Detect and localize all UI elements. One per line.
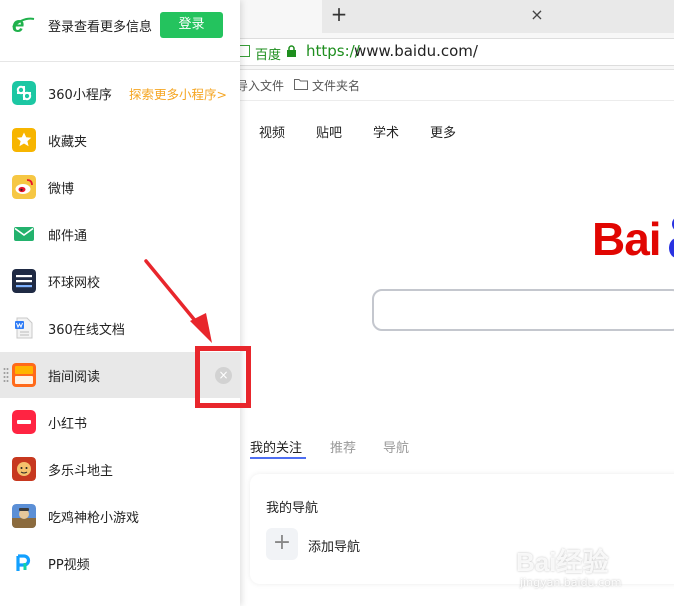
tab-navigation[interactable]: 导航: [383, 437, 409, 456]
nav-link-xueshu[interactable]: 学术: [373, 122, 399, 141]
game-icon: [12, 504, 36, 528]
sidebar-item-label: 360在线文档: [48, 323, 125, 338]
star-icon: [12, 128, 36, 152]
sidebar-item-doudizhu[interactable]: 多乐斗地主: [0, 446, 240, 492]
nav-link-video[interactable]: 视频: [259, 122, 285, 141]
sidebar-item-label: PP视频: [48, 558, 90, 573]
sidebar-item-pp-video[interactable]: PP视频: [0, 540, 240, 586]
nav-card-title: 我的导航: [266, 501, 319, 516]
watermark-url: jingyan.baidu.com: [520, 576, 622, 589]
sidebar-item-label: 指间阅读: [48, 370, 101, 385]
lock-icon: [287, 45, 296, 57]
add-navigation-label[interactable]: 添加导航: [308, 536, 360, 555]
sidebar-item-mini-program[interactable]: 360小程序 探索更多小程序>: [0, 70, 240, 116]
sidebar-item-label: 邮件通: [48, 229, 88, 244]
mini-program-icon: [12, 81, 36, 105]
novel-icon: [12, 363, 36, 387]
watermark: Bai经验 jingyan.baidu.com: [516, 530, 666, 600]
sidebar-item-label: 环球网校: [48, 276, 101, 291]
active-tab[interactable]: ×: [232, 0, 544, 33]
bookmark-import[interactable]: 导入文件: [236, 77, 284, 94]
active-tab-underline: [250, 457, 306, 459]
site-name: 百度: [255, 48, 282, 63]
tab-recommend[interactable]: 推荐: [330, 437, 356, 456]
drag-handle-icon[interactable]: [3, 367, 9, 383]
watermark-text: Bai经验: [516, 547, 609, 577]
close-tab-icon[interactable]: ×: [530, 7, 544, 23]
login-prompt[interactable]: 登录查看更多信息: [48, 16, 152, 35]
url-input[interactable]: 百度 https:// www.baidu.com/: [232, 38, 674, 66]
sidebar-item-mail[interactable]: 邮件通: [0, 211, 240, 257]
doc-icon: [15, 317, 33, 339]
sidebar-header: e 登录查看更多信息 登录: [0, 0, 240, 50]
login-button[interactable]: 登录: [160, 12, 223, 38]
tab-my-follow[interactable]: 我的关注: [250, 437, 302, 456]
sidebar-item-game[interactable]: 吃鸡神枪小游戏: [0, 493, 240, 539]
browser-logo-icon: e: [12, 13, 35, 37]
xiaohongshu-icon: [12, 410, 36, 434]
sidebar-item-label: 吃鸡神枪小游戏: [48, 511, 140, 526]
weibo-icon: [12, 175, 36, 199]
sidebar-item-label: 360小程序: [48, 88, 112, 103]
hqwx-icon: [12, 269, 36, 293]
mail-icon: [12, 222, 36, 246]
annotation-arrow: [144, 259, 212, 343]
divider: [0, 61, 240, 62]
nav-link-more[interactable]: 更多: [430, 122, 456, 141]
annotation-highlight-box: [195, 346, 251, 408]
add-navigation-button[interactable]: +: [266, 528, 298, 560]
baidu-paw-icon: [669, 218, 674, 258]
pp-video-icon: [12, 551, 36, 575]
sidebar-item-label: 收藏夹: [48, 135, 88, 150]
bookmark-folder[interactable]: 文件夹名: [312, 77, 360, 94]
folder-icon: [294, 79, 308, 90]
explore-more-link[interactable]: 探索更多小程序>: [129, 84, 227, 103]
sidebar-item-label: 小红书: [48, 417, 88, 432]
sidebar-item-label: 多乐斗地主: [48, 464, 114, 479]
sidebar-item-weibo[interactable]: 微博: [0, 164, 240, 210]
sidebar-item-label: 微博: [48, 182, 75, 197]
new-tab-icon[interactable]: +: [330, 4, 348, 24]
url-host: www.baidu.com/: [354, 42, 478, 60]
baidu-search-input[interactable]: [372, 289, 674, 331]
url-scheme: https://: [306, 42, 360, 60]
sidebar-item-favorites[interactable]: 收藏夹: [0, 117, 240, 163]
nav-link-tieba[interactable]: 贴吧: [316, 122, 342, 141]
doudizhu-icon: [12, 457, 36, 481]
baidu-logo-text: Bai: [592, 213, 662, 265]
